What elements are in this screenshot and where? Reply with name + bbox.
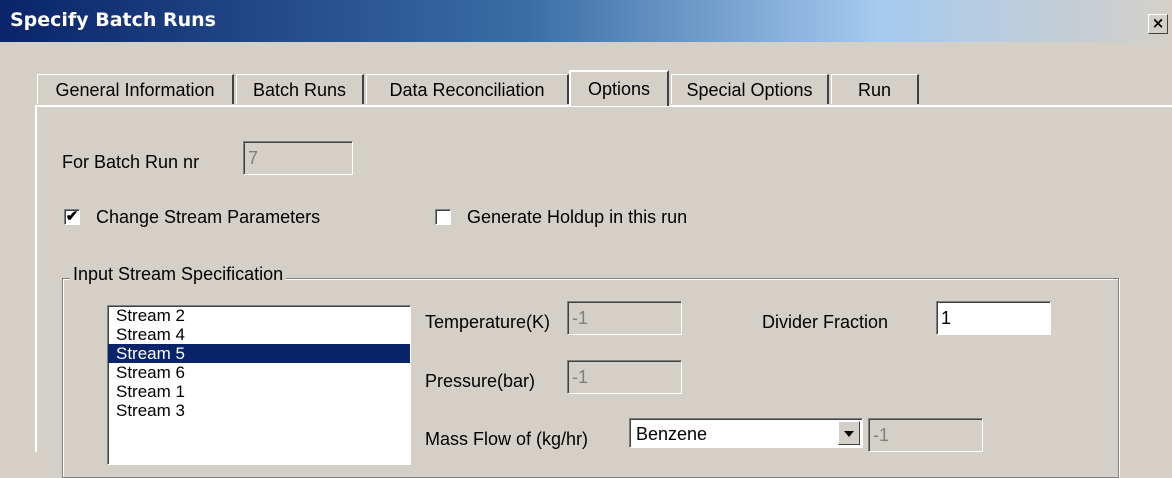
tab-data-reconciliation[interactable]: Data Reconciliation <box>366 74 569 104</box>
list-item[interactable]: Stream 4 <box>108 325 410 344</box>
tab-batch-runs[interactable]: Batch Runs <box>236 74 364 104</box>
tab-general-information[interactable]: General Information <box>37 74 234 104</box>
chevron-down-icon <box>844 431 854 437</box>
temperature-label: Temperature(K) <box>425 312 551 332</box>
component-select-value: Benzene <box>636 424 708 444</box>
tab-label: Run <box>857 80 892 100</box>
tab-label: Special Options <box>686 80 813 100</box>
close-icon: × <box>1151 14 1165 32</box>
component-select[interactable]: Benzene <box>629 418 863 448</box>
batch-run-label: For Batch Run nr <box>62 152 200 172</box>
tab-special-options[interactable]: Special Options <box>671 74 829 104</box>
list-item[interactable]: Stream 1 <box>108 382 410 401</box>
tab-label: Options <box>587 79 651 99</box>
tab-label: General Information <box>55 80 215 100</box>
change-stream-label: Change Stream Parameters <box>96 207 321 227</box>
title-bar: Specify Batch Runs × <box>0 0 1172 42</box>
window-title: Specify Batch Runs <box>10 9 216 31</box>
generate-holdup-checkbox[interactable] <box>435 209 451 225</box>
divider-fraction-label: Divider Fraction <box>762 312 889 332</box>
tab-label: Batch Runs <box>252 80 347 100</box>
tab-options[interactable]: Options <box>569 70 669 106</box>
change-stream-checkbox[interactable]: ✔ <box>64 209 80 225</box>
list-item[interactable]: Stream 6 <box>108 363 410 382</box>
tab-run[interactable]: Run <box>831 74 919 104</box>
temperature-field[interactable]: -1 <box>567 301 682 335</box>
checkmark-icon: ✔ <box>65 208 79 225</box>
pressure-label: Pressure(bar) <box>425 371 536 391</box>
stream-listbox[interactable]: Stream 2 Stream 4 Stream 5 Stream 6 Stre… <box>107 305 411 465</box>
mass-flow-label: Mass Flow of (kg/hr) <box>425 429 589 449</box>
pressure-field[interactable]: -1 <box>567 360 682 394</box>
list-item[interactable]: Stream 2 <box>108 306 410 325</box>
input-stream-group-label: Input Stream Specification <box>70 264 287 285</box>
list-item[interactable]: Stream 3 <box>108 401 410 420</box>
divider-fraction-field[interactable]: 1 <box>936 301 1051 335</box>
mass-flow-field[interactable]: -1 <box>868 418 983 452</box>
generate-holdup-label: Generate Holdup in this run <box>467 207 688 227</box>
tab-label: Data Reconciliation <box>389 80 545 100</box>
close-button[interactable]: × <box>1148 14 1168 34</box>
batch-run-number-field[interactable]: 7 <box>243 141 353 175</box>
list-item-selected[interactable]: Stream 5 <box>108 344 410 363</box>
dropdown-button[interactable] <box>838 421 860 445</box>
